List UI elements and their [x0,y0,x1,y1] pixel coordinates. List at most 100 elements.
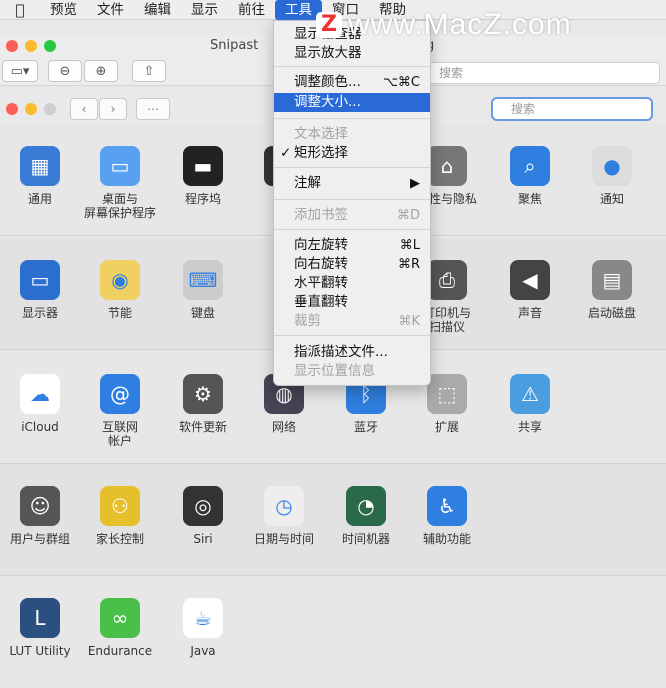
accessibility-icon: ♿ [427,486,467,526]
minimize-button[interactable] [25,40,37,52]
pref-pane-accessibility[interactable]: ♿ 辅助功能 [407,486,487,546]
users-icon: ☺ [20,486,60,526]
show-all-icon[interactable]: ⋯ [136,98,170,120]
menu-preview[interactable]: 预览 [40,0,87,20]
pref-pane-sound[interactable]: ◀ 声音 [490,260,570,320]
printer-icon: ⎙ [427,260,467,300]
pref-pane-label: 声音 [517,306,542,320]
startup-disk-icon: ▤ [592,260,632,300]
pref-pane-label: 共享 [517,420,542,434]
menu-shortcut: ⌘R [397,257,420,272]
menu-file[interactable]: 文件 [87,0,134,20]
pref-pane-label: 扩展 [434,420,459,434]
back-search-input[interactable]: 搜索 [420,62,660,84]
preferences-search-input[interactable]: 搜索 [491,97,653,121]
menu-item-label: 添加书签 [294,207,348,223]
pref-pane-siri[interactable]: ◎ Siri [163,486,243,546]
pref-pane-label: 桌面与 屏幕保护程序 [83,192,156,220]
tools-menu-item[interactable]: 调整颜色... ⌥⌘C [274,73,430,92]
zoom-button[interactable] [44,40,56,52]
share-icon[interactable]: ⇧ [132,60,166,82]
tools-menu-item[interactable]: 矩形选择 ✓ [274,144,430,163]
menu-view[interactable]: 显示 [181,0,228,20]
pref-pane-dock[interactable]: ▬ 程序坞 [163,146,243,206]
pref-pane-spotlight[interactable]: ⌕ 聚焦 [490,146,570,206]
pref-pane-java[interactable]: ☕ Java [163,598,243,658]
tools-menu-item[interactable]: 注解 ▶ [274,174,430,193]
tools-menu-item[interactable]: 向左旋转 ⌘L [274,236,430,255]
pref-pane-label: 节能 [107,306,132,320]
tools-menu-item: 添加书签 ⌘D [274,206,430,225]
tools-menu-item[interactable]: 显示放大器 [274,44,430,63]
pref-pane-internet-accounts[interactable]: @ 互联网 帐户 [80,374,160,448]
pref-pane-label: 时间机器 [341,532,390,546]
apple-menu-icon[interactable]:  [0,1,40,19]
pref-pane-desktop[interactable]: ▭ 桌面与 屏幕保护程序 [80,146,160,220]
close-button[interactable] [6,103,18,115]
forward-icon[interactable]: › [99,98,127,120]
date-time-icon: ◷ [264,486,304,526]
tools-menu-item[interactable]: 调整大小... [274,93,430,112]
sidebar-toggle-icon[interactable]: ▭▾ [2,60,38,82]
dock-icon: ▬ [183,146,223,186]
pref-pane-label: Endurance [87,644,153,658]
pref-pane-label: LUT Utility [9,644,71,658]
pref-pane-icloud[interactable]: ☁ iCloud [0,374,80,434]
siri-icon: ◎ [183,486,223,526]
pref-pane-label: 辅助功能 [422,532,471,546]
pref-pane-date-time[interactable]: ◷ 日期与时间 [244,486,324,546]
pref-pane-endurance[interactable]: ∞ Endurance [80,598,160,658]
pref-pane-notifications[interactable]: ● 通知 [572,146,652,206]
java-icon: ☕ [183,598,223,638]
zoom-out-icon[interactable]: ⊖ [48,60,82,82]
close-button[interactable] [6,40,18,52]
menu-item-label: 裁剪 [294,313,321,329]
minimize-button[interactable] [25,103,37,115]
menu-tools[interactable]: 工具 [275,0,322,20]
menu-item-label: 指派描述文件... [294,344,388,360]
tools-menu-item: 裁剪 ⌘K [274,312,430,331]
energy-icon: ◉ [100,260,140,300]
pref-pane-parental-controls[interactable]: ⚇ 家长控制 [80,486,160,546]
sharing-icon: ⚠ [510,374,550,414]
pref-pane-label: 聚焦 [517,192,542,206]
tools-menu-item[interactable]: 垂直翻转 [274,293,430,312]
pref-pane-label: 程序坞 [184,192,221,206]
pref-pane-startup-disk[interactable]: ▤ 启动磁盘 [572,260,652,320]
software-update-icon: ⚙ [183,374,223,414]
pref-pane-label: 用户与群组 [9,532,70,546]
zoom-button[interactable] [44,103,56,115]
menu-edit[interactable]: 编辑 [134,0,181,20]
pref-pane-lut[interactable]: L LUT Utility [0,598,80,658]
notifications-icon: ● [592,146,632,186]
menu-separator [274,167,430,168]
pref-pane-energy[interactable]: ◉ 节能 [80,260,160,320]
pref-pane-general[interactable]: ▦ 通用 [0,146,80,206]
parental-controls-icon: ⚇ [100,486,140,526]
menu-item-label: 显示位置信息 [294,363,375,379]
pref-pane-users[interactable]: ☺ 用户与群组 [0,486,80,546]
zoom-in-icon[interactable]: ⊕ [84,60,118,82]
tools-menu-item[interactable]: 水平翻转 [274,274,430,293]
tools-menu-item[interactable]: 指派描述文件... [274,343,430,362]
menu-go[interactable]: 前往 [228,0,275,20]
keyboard-icon: ⌨ [183,260,223,300]
pref-pane-label: 网络 [271,420,296,434]
pref-pane-display[interactable]: ▭ 显示器 [0,260,80,320]
pref-pane-sharing[interactable]: ⚠ 共享 [490,374,570,434]
internet-accounts-icon: @ [100,374,140,414]
watermark-logo: Z [316,12,342,38]
menu-separator [274,335,430,336]
display-icon: ▭ [20,260,60,300]
pref-pane-time-machine[interactable]: ◔ 时间机器 [326,486,406,546]
pref-pane-keyboard[interactable]: ⌨ 键盘 [163,260,243,320]
watermark: Z www.MacZ.com [316,8,572,42]
pref-pane-label: 家长控制 [95,532,144,546]
watermark-text: www.MacZ.com [348,8,572,41]
tools-menu-item: 文本选择 [274,125,430,144]
pref-pane-software-update[interactable]: ⚙ 软件更新 [163,374,243,434]
spotlight-icon: ⌕ [510,146,550,186]
tools-menu-item[interactable]: 向右旋转 ⌘R [274,255,430,274]
menu-separator [274,66,430,67]
back-icon[interactable]: ‹ [70,98,98,120]
